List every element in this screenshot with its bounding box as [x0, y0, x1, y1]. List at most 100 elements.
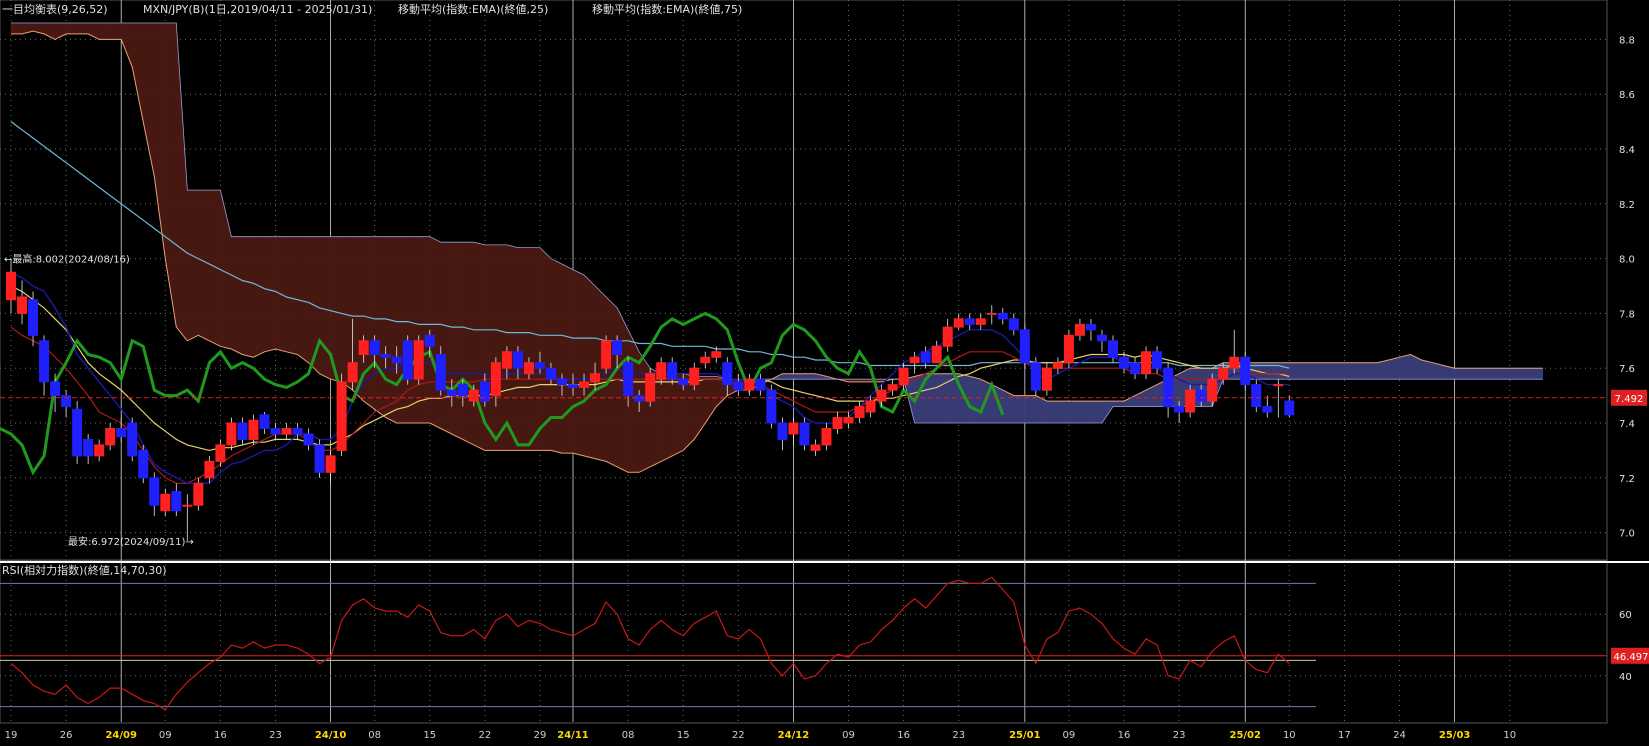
- candle-body: [1008, 318, 1019, 331]
- candle-body: [821, 427, 832, 446]
- candle-body: [303, 433, 314, 446]
- cloud-segment: [804, 373, 816, 380]
- candle-body: [28, 299, 39, 336]
- cloud-segment: [517, 247, 530, 451]
- candle-body: [369, 340, 380, 355]
- cloud-segment: [264, 236, 276, 353]
- candle-body: [1196, 389, 1207, 402]
- price-tick-label: 8.8: [1619, 35, 1635, 46]
- cloud-segment: [1377, 359, 1389, 380]
- candle-body: [1251, 384, 1262, 408]
- candle-body: [149, 477, 160, 506]
- candle-body: [568, 384, 579, 388]
- candle-body: [105, 427, 116, 446]
- time-tick-label: 22: [478, 730, 491, 741]
- candle-body: [601, 340, 612, 369]
- time-tick-label: 15: [677, 730, 690, 741]
- candle-body: [755, 378, 766, 391]
- candle-body: [336, 381, 347, 451]
- candle-body: [1074, 323, 1085, 336]
- time-tick-label: 23: [1173, 730, 1186, 741]
- price-tick-label: 7.6: [1619, 364, 1635, 375]
- price-tick-label: 8.4: [1619, 145, 1635, 156]
- candle-body: [1262, 406, 1273, 413]
- cloud-segment: [429, 236, 442, 429]
- candle-body: [325, 455, 336, 473]
- cloud-segment: [65, 22, 78, 35]
- cloud-segment: [561, 263, 574, 454]
- candle-body: [942, 326, 953, 347]
- candle-body: [1141, 351, 1152, 375]
- candle-body: [270, 427, 281, 435]
- ema75-title: 移動平均(指数:EMA)(終値,75): [592, 2, 742, 16]
- cloud-segment: [440, 241, 453, 435]
- time-tick-label: 15: [423, 730, 436, 741]
- candle-body: [722, 362, 733, 386]
- price-tick-label: 8.6: [1619, 90, 1635, 101]
- candle-body: [50, 381, 61, 397]
- candle-body: [667, 362, 678, 380]
- time-tick-label: 25/03: [1439, 730, 1471, 741]
- candle-body: [534, 362, 545, 369]
- price-tick-label: 7.0: [1619, 529, 1635, 540]
- cloud-segment: [495, 244, 508, 451]
- ichimoku-chart: 7.0 7.2 7.4 7.6 7.8 8.0 8.2 8.4 8.6 8.8 19 26 24/09 0…: [0, 0, 1649, 741]
- candle-body: [468, 389, 479, 402]
- cloud-segment: [1024, 395, 1037, 424]
- candle-body: [1240, 356, 1251, 386]
- candle-body: [314, 444, 325, 473]
- candle-body: [457, 384, 468, 397]
- instrument-title: MXN/JPY(B)(1日,2019/04/11 - 2025/01/31): [143, 3, 372, 16]
- candle-body: [788, 422, 799, 435]
- candle-body: [953, 318, 964, 328]
- candle-body: [865, 400, 876, 413]
- candle-body: [931, 345, 942, 364]
- cloud-segment: [1013, 395, 1026, 424]
- candle-body: [1063, 334, 1074, 364]
- cloud-segment: [1465, 367, 1477, 380]
- candle-body: [1096, 334, 1107, 342]
- candle-body: [160, 493, 171, 512]
- time-tick-label: 16: [897, 730, 910, 741]
- candle-body: [612, 340, 623, 355]
- candle-body: [1284, 400, 1295, 416]
- candle-body: [810, 444, 821, 451]
- candle-body: [523, 362, 534, 375]
- time-tick-label: 23: [269, 730, 282, 741]
- candle-body: [634, 395, 645, 402]
- cloud-segment: [286, 236, 298, 355]
- cloud-segment: [682, 373, 695, 452]
- candle-body: [656, 362, 667, 380]
- candle-body: [72, 408, 83, 457]
- cloud-segment: [109, 22, 122, 40]
- candle-body: [512, 351, 523, 369]
- candle-body: [226, 422, 237, 446]
- time-tick-label: 10: [1283, 730, 1296, 741]
- time-tick-label: 24/09: [105, 730, 137, 741]
- candle-body: [1030, 362, 1041, 391]
- cloud-segment: [506, 244, 519, 451]
- candle-body: [557, 378, 567, 386]
- cloud-segment: [484, 244, 497, 451]
- low-annotation: 最安:6.972(2024/09/11)→: [68, 535, 194, 548]
- cloud-segment: [10, 22, 23, 35]
- candle-body: [1130, 362, 1141, 375]
- candle-body: [347, 362, 358, 383]
- cloud-segment: [793, 373, 805, 380]
- cloud-segment: [1344, 362, 1356, 380]
- cloud-segment: [925, 373, 937, 424]
- time-tick-label: 25/01: [1009, 730, 1041, 741]
- candle-body: [435, 354, 446, 391]
- rsi-title: RSI(相対力指数)(終値,14,70,30): [2, 563, 167, 577]
- candle-body: [446, 389, 457, 397]
- candle-body: [1119, 356, 1130, 369]
- candle-body: [700, 356, 711, 364]
- candle-body: [887, 384, 898, 391]
- cloud-segment: [1090, 400, 1103, 424]
- candle-body: [1085, 323, 1096, 331]
- candle-body: [854, 406, 865, 419]
- candle-body: [1019, 329, 1030, 364]
- time-tick-label: 26: [60, 730, 73, 741]
- cloud-segment: [1498, 367, 1511, 380]
- candle-body: [380, 354, 391, 358]
